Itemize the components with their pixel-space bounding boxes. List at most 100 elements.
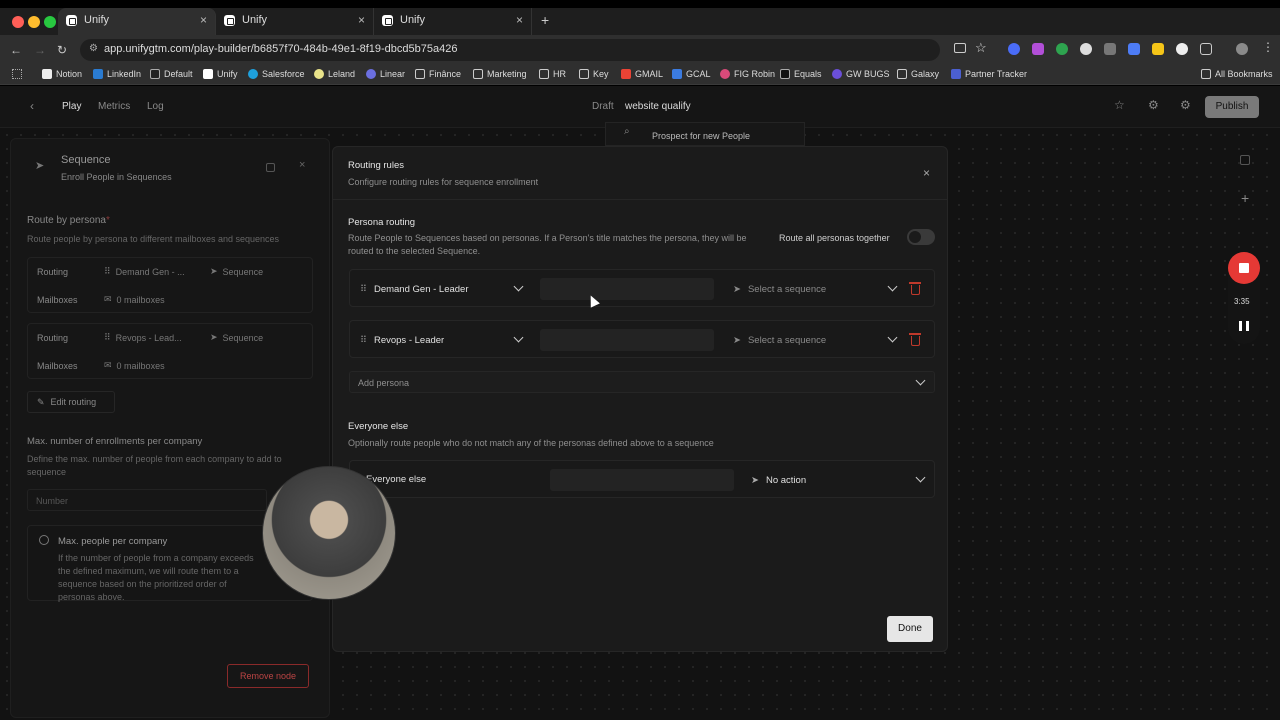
- persona-select[interactable]: ⠿ Demand Gen - Leader: [360, 276, 524, 302]
- browser-menu-icon[interactable]: ⋮: [1262, 40, 1274, 54]
- forward-icon[interactable]: →: [34, 43, 46, 57]
- extension-3-icon[interactable]: [1056, 43, 1068, 55]
- pause-icon[interactable]: [1239, 321, 1249, 331]
- bookmark-fig-robin[interactable]: FIG Robin: [720, 69, 775, 79]
- close-tab-icon[interactable]: ×: [516, 13, 523, 27]
- extension-4-icon[interactable]: [1080, 43, 1092, 55]
- edit-routing-label: Edit routing: [50, 397, 97, 407]
- close-tab-icon[interactable]: ×: [200, 13, 207, 27]
- everyone-action-select[interactable]: ➤ No action: [751, 467, 926, 493]
- bookmark-salesforce[interactable]: Salesforce: [248, 69, 305, 79]
- bookmark-hr[interactable]: HR: [539, 69, 566, 79]
- browser-tab-2[interactable]: Unify ×: [216, 8, 374, 35]
- publish-button[interactable]: Publish: [1205, 96, 1259, 118]
- bookmark-marketing[interactable]: Marketing: [473, 69, 527, 79]
- profile-avatar-icon[interactable]: [1236, 43, 1248, 55]
- layout-icon[interactable]: [1240, 155, 1250, 165]
- tab-label: Unify: [400, 14, 426, 26]
- tab-log[interactable]: Log: [147, 101, 164, 112]
- bookmark-star-icon[interactable]: ☆: [975, 40, 987, 56]
- chevron-down-icon: [915, 472, 926, 483]
- reload-icon[interactable]: ↻: [57, 43, 67, 57]
- extension-5-icon[interactable]: [1104, 43, 1116, 55]
- folder-icon: [579, 69, 589, 79]
- app-canvas: ‹ Play Metrics Log Draft website qualify…: [0, 86, 1280, 720]
- bookmark-partner-tracker[interactable]: Partner Tracker: [951, 69, 1027, 79]
- max-number-input[interactable]: Number: [27, 489, 267, 511]
- mailbox-slot[interactable]: [550, 469, 734, 491]
- bookmark-gcal[interactable]: GCAL: [672, 69, 711, 79]
- new-tab-icon[interactable]: +: [541, 12, 549, 28]
- back-chevron-icon[interactable]: ‹: [30, 99, 34, 113]
- settings-icon[interactable]: ⚙: [1180, 98, 1191, 112]
- folder-icon: [1201, 69, 1211, 79]
- divider: [333, 199, 947, 200]
- bookmark-leland[interactable]: Leland: [314, 69, 355, 79]
- sequence-select[interactable]: ➤ Select a sequence: [733, 276, 898, 302]
- mailbox-slot[interactable]: [540, 329, 714, 351]
- extensions-puzzle-icon[interactable]: [1200, 43, 1212, 55]
- browser-tab-1[interactable]: Unify ×: [58, 8, 216, 35]
- send-icon: ➤: [751, 474, 759, 486]
- remove-node-button[interactable]: Remove node: [227, 664, 309, 688]
- bookmark-equals[interactable]: Equals: [780, 69, 822, 79]
- extension-6-icon[interactable]: [1128, 43, 1140, 55]
- all-bookmarks[interactable]: All Bookmarks: [1201, 69, 1273, 79]
- bookmark-label: GW BUGS: [846, 69, 890, 79]
- bookmark-linkedin[interactable]: LinkedIn: [93, 69, 141, 79]
- tab-play[interactable]: Play: [62, 101, 81, 112]
- route-card-2[interactable]: Routing ⠿ Revops - Lead... ➤ Sequence Mail…: [27, 323, 313, 379]
- gear-icon[interactable]: ⚙: [1148, 98, 1159, 112]
- extension-8-icon[interactable]: [1176, 43, 1188, 55]
- maximize-window-icon[interactable]: [44, 16, 56, 28]
- cast-icon[interactable]: [954, 43, 966, 53]
- trash-icon[interactable]: [909, 282, 921, 295]
- bookmark-gmail[interactable]: GMAIL: [621, 69, 663, 79]
- browser-tab-3[interactable]: Unify ×: [374, 8, 532, 35]
- star-icon[interactable]: ☆: [1114, 98, 1125, 112]
- minimize-window-icon[interactable]: [28, 16, 40, 28]
- close-modal-icon[interactable]: ×: [923, 166, 930, 180]
- bookmark-label: FIG Robin: [734, 69, 776, 79]
- unify-icon: [203, 69, 213, 79]
- bookmark-notion[interactable]: Notion: [42, 69, 82, 79]
- apps-grid-icon[interactable]: [12, 69, 22, 79]
- stop-recording-button[interactable]: [1228, 252, 1260, 284]
- edit-routing-button[interactable]: ✎ Edit routing: [27, 391, 115, 413]
- route-card-1[interactable]: Routing ⠿ Demand Gen - ... ➤ Sequence Mail…: [27, 257, 313, 313]
- persona-select[interactable]: ⠿ Revops - Leader: [360, 327, 524, 353]
- sequence-text: Sequence: [222, 266, 264, 277]
- extension-7-icon[interactable]: [1152, 43, 1164, 55]
- add-persona-select[interactable]: Add persona: [349, 371, 935, 393]
- close-window-icon[interactable]: [12, 16, 24, 28]
- bookmark-default[interactable]: Default: [150, 69, 193, 79]
- trash-icon[interactable]: [909, 333, 921, 346]
- mailbox-slot[interactable]: [540, 278, 714, 300]
- sequence-select[interactable]: ➤ Select a sequence: [733, 327, 898, 353]
- back-icon[interactable]: ←: [10, 43, 22, 57]
- mailboxes-pill: ✉ 0 mailboxes: [104, 360, 165, 371]
- extension-1-icon[interactable]: [1008, 43, 1020, 55]
- bookmark-finance[interactable]: Finânce: [415, 69, 461, 79]
- collapse-icon[interactable]: [266, 163, 275, 172]
- bookmark-linear[interactable]: Linear: [366, 69, 405, 79]
- url-field[interactable]: ⚙ app.unifygtm.com/play-builder/b6857f70…: [80, 39, 940, 61]
- bookmark-gw-bugs[interactable]: GW BUGS: [832, 69, 890, 79]
- done-button[interactable]: Done: [887, 616, 933, 642]
- extension-2-icon[interactable]: [1032, 43, 1044, 55]
- bookmark-unify[interactable]: Unify: [203, 69, 238, 79]
- site-info-icon[interactable]: ⚙: [89, 43, 98, 54]
- bookmark-key[interactable]: Key: [579, 69, 609, 79]
- tab-metrics[interactable]: Metrics: [98, 101, 130, 112]
- canvas-node[interactable]: ⌕ Prospect for new People: [605, 122, 805, 146]
- info-icon: [39, 535, 49, 545]
- close-panel-icon[interactable]: ×: [299, 159, 305, 171]
- play-title[interactable]: website qualify: [625, 101, 691, 112]
- webcam-bubble[interactable]: [262, 466, 396, 600]
- route-all-toggle[interactable]: [907, 229, 935, 245]
- add-node-icon[interactable]: +: [1241, 190, 1249, 206]
- close-tab-icon[interactable]: ×: [358, 13, 365, 27]
- bookmark-galaxy[interactable]: Galaxy: [897, 69, 939, 79]
- routing-label: Routing: [37, 267, 69, 277]
- bookmark-label: Unify: [217, 69, 238, 79]
